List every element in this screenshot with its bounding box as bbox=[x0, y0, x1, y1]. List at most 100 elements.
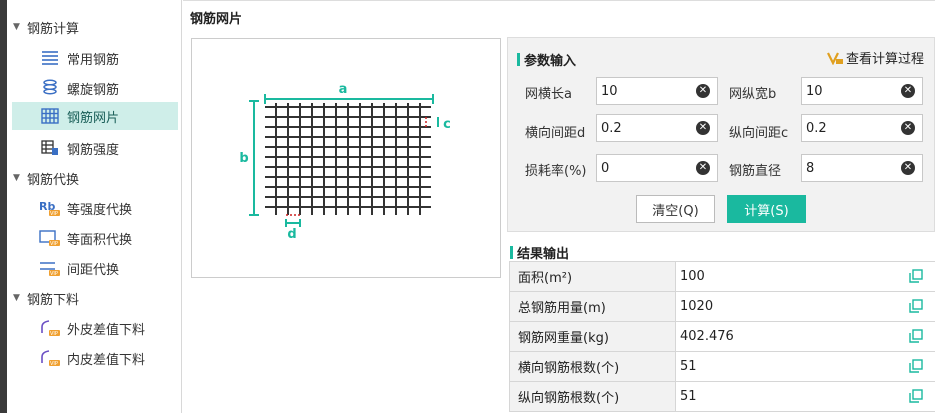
result-label: 面积(m²) bbox=[509, 262, 676, 291]
input-section-title: 参数输入 bbox=[524, 54, 577, 69]
clear-button[interactable]: 清空(Q) bbox=[636, 195, 715, 223]
length-a-input[interactable] bbox=[597, 79, 696, 103]
sidebar-item-label: 外皮差值下料 bbox=[67, 322, 146, 338]
result-row-weight: 钢筋网重量(kg) 402.476 bbox=[509, 322, 935, 352]
mesh-diagram-svg: a b c d bbox=[239, 82, 451, 242]
sidebar-item-label: 间距代换 bbox=[67, 262, 120, 278]
copy-icon[interactable] bbox=[909, 329, 923, 343]
diameter-field[interactable]: ✕ bbox=[801, 154, 923, 182]
spacing-d-field[interactable]: ✕ bbox=[596, 114, 718, 142]
sidebar-item-inner-diff-cutting[interactable]: VIP 内皮差值下料 bbox=[12, 344, 178, 372]
group-rebar-substitution[interactable]: ▼ 钢筋代换 bbox=[13, 168, 79, 188]
spacing-c-field[interactable]: ✕ bbox=[801, 114, 923, 142]
results-table: 面积(m²) 100 总钢筋用量(m) 1020 钢筋网重量(kg) 402.4… bbox=[509, 261, 935, 412]
copy-icon[interactable] bbox=[909, 299, 923, 313]
copy-icon[interactable] bbox=[909, 359, 923, 373]
sidebar-item-label: 等面积代换 bbox=[67, 232, 133, 248]
result-value: 100 bbox=[680, 269, 705, 284]
diameter-input[interactable] bbox=[802, 156, 901, 180]
window-edge-strip bbox=[0, 0, 7, 413]
result-value: 1020 bbox=[680, 299, 714, 314]
field-label-width-b: 网纵宽b bbox=[729, 87, 777, 102]
calculate-button[interactable]: 计算(S) bbox=[727, 195, 806, 223]
field-label-spacing-c: 纵向间距c bbox=[729, 126, 789, 141]
loss-rate-input[interactable] bbox=[597, 156, 696, 180]
spiral-icon bbox=[39, 79, 61, 97]
copy-icon[interactable] bbox=[909, 389, 923, 403]
result-row-total-length: 总钢筋用量(m) 1020 bbox=[509, 292, 935, 322]
width-b-input[interactable] bbox=[802, 79, 901, 103]
sidebar-item-outer-diff-cutting[interactable]: VIP 外皮差值下料 bbox=[12, 314, 178, 342]
svg-text:VIP: VIP bbox=[50, 271, 58, 277]
input-section-header: 参数输入 bbox=[517, 50, 576, 69]
bend-vip-icon: VIP bbox=[39, 319, 61, 337]
collapse-triangle-icon: ▼ bbox=[13, 173, 20, 183]
field-label-loss-rate: 损耗率(%) bbox=[525, 164, 587, 179]
spacing-d-input[interactable] bbox=[597, 116, 696, 140]
collapse-triangle-icon: ▼ bbox=[13, 22, 20, 32]
width-b-field[interactable]: ✕ bbox=[801, 77, 923, 105]
input-panel: 参数输入 查看计算过程 网横长a ✕ 网纵宽b ✕ 横向间距d ✕ 纵向间距c … bbox=[507, 37, 935, 232]
group-rebar-calc[interactable]: ▼ 钢筋计算 bbox=[13, 17, 79, 37]
result-label: 纵向钢筋根数(个) bbox=[509, 382, 676, 411]
result-row-area: 面积(m²) 100 bbox=[509, 262, 935, 292]
group-label: 钢筋下料 bbox=[27, 292, 80, 308]
result-label: 总钢筋用量(m) bbox=[509, 292, 676, 321]
group-label: 钢筋计算 bbox=[27, 21, 80, 37]
spacing-c-input[interactable] bbox=[802, 116, 901, 140]
clear-input-icon[interactable]: ✕ bbox=[901, 121, 915, 135]
sidebar-item-label: 钢筋强度 bbox=[67, 142, 120, 158]
svg-text:VIP: VIP bbox=[50, 241, 58, 247]
sidebar-item-rebar-strength[interactable]: 钢筋强度 bbox=[12, 134, 178, 162]
clear-input-icon[interactable]: ✕ bbox=[901, 161, 915, 175]
sidebar-item-common-rebar[interactable]: 常用钢筋 bbox=[12, 44, 178, 72]
section-marker bbox=[517, 53, 520, 66]
result-value: 51 bbox=[680, 359, 697, 374]
bend-vip-icon: VIP bbox=[39, 349, 61, 367]
field-label-spacing-d: 横向间距d bbox=[525, 126, 586, 141]
sidebar-item-label: 常用钢筋 bbox=[67, 52, 120, 68]
result-row-vertical-count: 纵向钢筋根数(个) 51 bbox=[509, 382, 935, 412]
sidebar-item-label: 螺旋钢筋 bbox=[67, 82, 120, 98]
sidebar: ▼ 钢筋计算 常用钢筋 螺旋钢筋 钢筋网片 钢筋强度 ▼ 钢筋代换 Rb VIP … bbox=[7, 0, 182, 413]
group-rebar-cutting[interactable]: ▼ 钢筋下料 bbox=[13, 288, 79, 308]
clear-input-icon[interactable]: ✕ bbox=[696, 161, 710, 175]
field-label-diameter: 钢筋直径 bbox=[729, 164, 782, 179]
output-section-header: 结果输出 bbox=[510, 243, 569, 262]
svg-text:VIP: VIP bbox=[50, 331, 58, 337]
clear-input-icon[interactable]: ✕ bbox=[901, 84, 915, 98]
clear-input-icon[interactable]: ✕ bbox=[696, 84, 710, 98]
area-vip-icon: VIP bbox=[39, 229, 61, 247]
result-label: 横向钢筋根数(个) bbox=[509, 352, 676, 381]
rebar-lines-icon bbox=[39, 49, 61, 67]
sidebar-item-label: 钢筋网片 bbox=[67, 110, 120, 126]
dim-label-b: b bbox=[239, 151, 248, 166]
length-a-field[interactable]: ✕ bbox=[596, 77, 718, 105]
result-value: 402.476 bbox=[680, 329, 734, 344]
dim-label-d: d bbox=[287, 227, 296, 242]
spacing-vip-icon: VIP bbox=[39, 259, 61, 277]
mesh-diagram: a b c d bbox=[191, 38, 501, 278]
svg-text:VIP: VIP bbox=[50, 211, 58, 217]
result-label: 钢筋网重量(kg) bbox=[509, 322, 676, 351]
sidebar-item-spacing-substitution[interactable]: VIP 间距代换 bbox=[12, 254, 178, 282]
group-label: 钢筋代换 bbox=[27, 172, 80, 188]
field-label-length-a: 网横长a bbox=[525, 87, 572, 102]
copy-icon[interactable] bbox=[909, 269, 923, 283]
sidebar-item-spiral-rebar[interactable]: 螺旋钢筋 bbox=[12, 74, 178, 102]
loss-rate-field[interactable]: ✕ bbox=[596, 154, 718, 182]
view-calc-process-label: 查看计算过程 bbox=[845, 52, 924, 67]
sidebar-item-rebar-mesh[interactable]: 钢筋网片 bbox=[12, 102, 178, 130]
strength-icon bbox=[39, 139, 61, 157]
grid-mesh-icon bbox=[39, 107, 61, 125]
result-row-horizontal-count: 横向钢筋根数(个) 51 bbox=[509, 352, 935, 382]
sidebar-item-equal-strength[interactable]: Rb VIP 等强度代换 bbox=[12, 194, 178, 222]
section-marker bbox=[510, 246, 513, 259]
output-section-title: 结果输出 bbox=[517, 247, 570, 262]
sidebar-item-label: 内皮差值下料 bbox=[67, 352, 146, 368]
view-calc-process-link[interactable]: 查看计算过程 bbox=[827, 48, 924, 67]
clear-input-icon[interactable]: ✕ bbox=[696, 121, 710, 135]
sidebar-item-equal-area[interactable]: VIP 等面积代换 bbox=[12, 224, 178, 252]
sidebar-item-label: 等强度代换 bbox=[67, 202, 133, 218]
page-title: 钢筋网片 bbox=[190, 12, 243, 27]
